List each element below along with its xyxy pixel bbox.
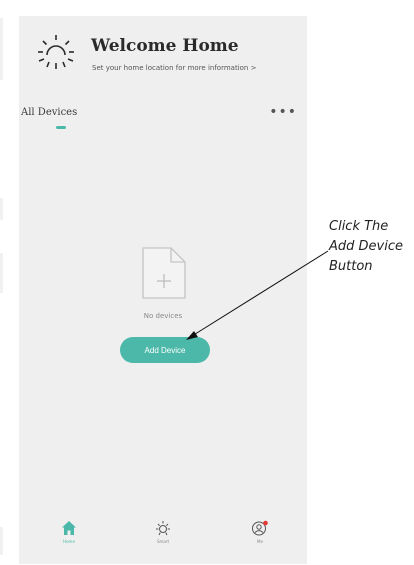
set-home-location-link[interactable]: Set your home location for more informat… (92, 64, 256, 72)
active-tab-indicator (56, 126, 66, 129)
instruction-annotation: Click The Add Device Button (329, 217, 403, 277)
nav-label: Me (257, 539, 263, 544)
user-icon (252, 520, 268, 536)
edge-card (0, 253, 3, 293)
edge-card (0, 198, 3, 220)
annotation-line: Click The (329, 219, 389, 234)
annotation-line: Button (329, 259, 373, 274)
empty-file-add-icon (142, 247, 186, 299)
home-header: Welcome Home Set your home location for … (19, 16, 307, 86)
home-icon (62, 521, 76, 535)
phone-screen: Welcome Home Set your home location for … (19, 16, 307, 564)
sun-icon (38, 35, 74, 69)
add-device-button[interactable]: Add Device (120, 337, 210, 363)
bottom-nav: Home Smart Me (19, 514, 307, 564)
nav-item-smart[interactable]: Smart (133, 520, 193, 560)
empty-state-message: No devices (143, 312, 183, 320)
annotation-line: Add Device (329, 239, 403, 254)
edge-card (0, 18, 3, 80)
more-options-button[interactable]: ••• (269, 104, 297, 120)
page: Welcome Home Set your home location for … (0, 0, 414, 565)
sun-icon (156, 521, 170, 536)
nav-item-me[interactable]: Me (230, 520, 290, 560)
device-tabs: All Devices ••• (19, 104, 307, 134)
nav-label: Home (63, 539, 75, 544)
nav-label: Smart (156, 539, 170, 544)
notification-dot (263, 520, 268, 526)
nav-item-home[interactable]: Home (39, 520, 99, 560)
welcome-title: Welcome Home (91, 36, 239, 56)
edge-card (0, 527, 3, 555)
tab-all-devices[interactable]: All Devices (21, 107, 77, 118)
